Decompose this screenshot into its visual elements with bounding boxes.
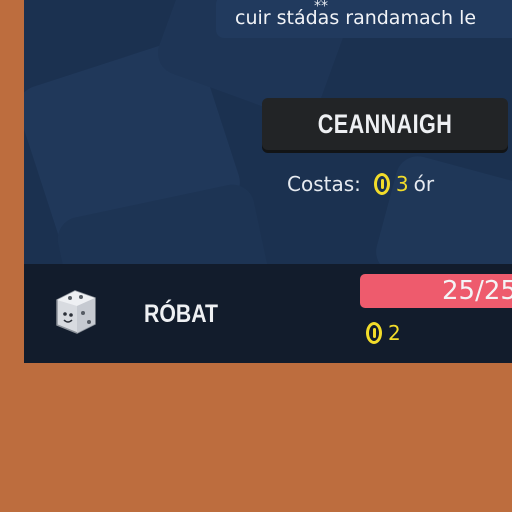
buy-button[interactable]: CEANNAIGH [262, 98, 508, 150]
buy-button-label: CEANNAIGH [317, 108, 453, 139]
upgrade-description: cuir stádas randamach le [235, 7, 477, 29]
cost-amount: 3 [395, 172, 409, 196]
cost-unit: ór [413, 172, 435, 196]
gold-amount: 2 [388, 321, 401, 345]
coin-icon [373, 173, 390, 195]
coin-icon [366, 322, 382, 344]
cost-label: Costas: [287, 172, 361, 196]
health-text: 25/25 [442, 276, 512, 306]
gold-counter: 2 [366, 321, 401, 345]
player-status-bar: RÓBAT 25/25 2 [24, 264, 512, 363]
player-name: RÓBAT [144, 300, 218, 328]
background-tile [371, 151, 512, 264]
cost-row: Costas: 3 ór [287, 172, 434, 196]
dice-icon [56, 290, 96, 334]
